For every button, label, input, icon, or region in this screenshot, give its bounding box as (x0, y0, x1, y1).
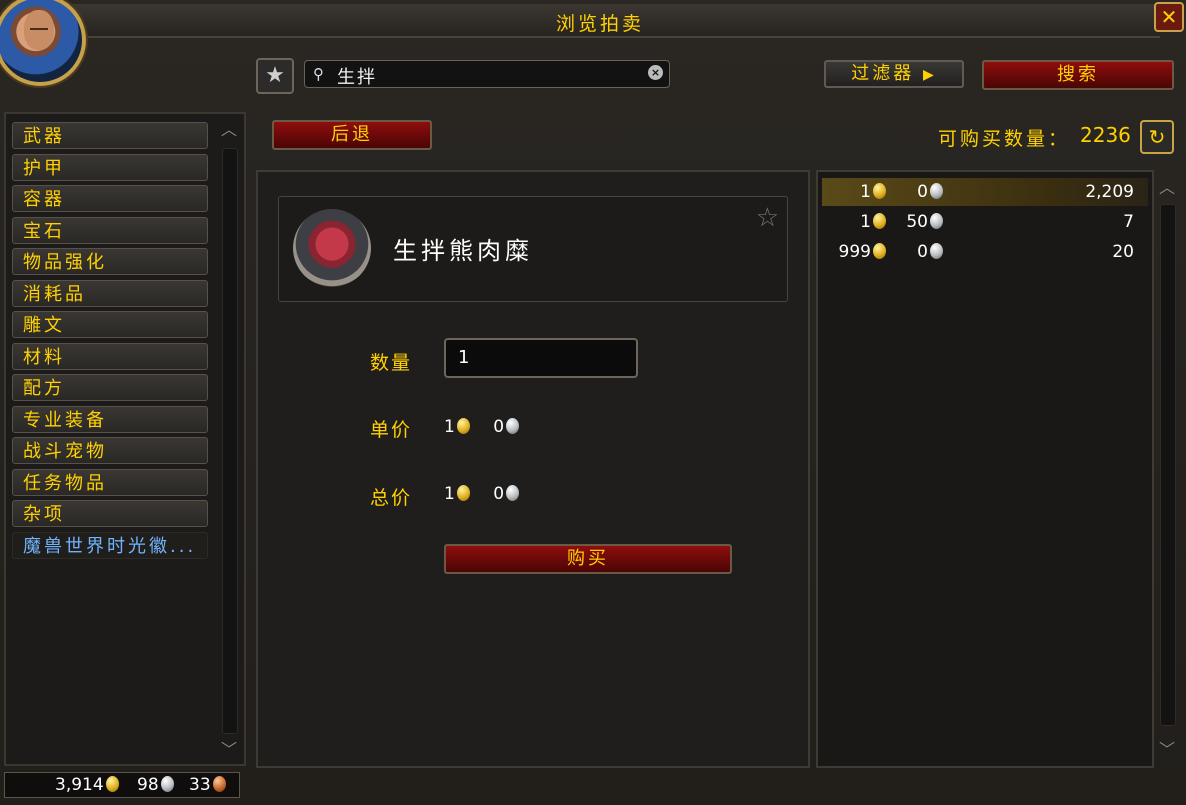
player-money: 3,914 98 33 (4, 772, 240, 798)
listing-silver-cell: 50 (906, 208, 943, 236)
category-consumables[interactable]: 消耗品 (12, 280, 208, 307)
listing-silver: 0 (917, 182, 928, 202)
copper-coin-icon (212, 776, 226, 792)
listing-silver: 0 (917, 242, 928, 262)
silver-coin-icon (506, 418, 520, 434)
money-gold-group: 3,914 (55, 775, 119, 795)
search-input[interactable]: 生拌 (337, 63, 377, 89)
quantity-label: 数量 (370, 352, 413, 374)
caret-right-icon: ▶ (922, 67, 937, 83)
search-box[interactable]: ⚲ 生拌 × (304, 60, 670, 88)
gold-coin-icon (456, 418, 470, 434)
category-containers[interactable]: 容器 (12, 185, 208, 212)
item-card: 生拌熊肉糜 ☆ (278, 196, 788, 302)
gold-coin-icon (873, 243, 886, 259)
category-enhancements[interactable]: 物品强化 (12, 248, 208, 275)
listing-available: 7 (1123, 212, 1134, 232)
silver-coin-icon (930, 183, 943, 199)
total-price: 1 0 (444, 484, 520, 504)
available-quantity-label: 可购买数量： (938, 128, 1071, 150)
unit-price-silver: 0 (493, 417, 505, 437)
favorites-star-button[interactable]: ★ (256, 58, 294, 94)
listing-silver: 50 (906, 212, 928, 232)
search-icon: ⚲ (313, 65, 324, 83)
gold-coin-icon (456, 485, 470, 501)
listing-row[interactable]: 1 50 7 (822, 208, 1148, 236)
gold-coin-icon (873, 183, 886, 199)
category-sidebar: 武器 护甲 容器 宝石 物品强化 消耗品 雕文 材料 配方 专业装备 战斗宠物 … (4, 112, 246, 766)
listing-available: 20 (1112, 242, 1134, 262)
unit-price-gold: 1 (444, 417, 455, 437)
listing-gold: 1 (860, 182, 871, 202)
total-price-label: 总价 (370, 487, 413, 509)
raw-bear-meat-icon[interactable] (293, 209, 371, 287)
category-quest-items[interactable]: 任务物品 (12, 469, 208, 496)
window-title: 浏览拍卖 (555, 13, 644, 35)
unit-price-label: 单价 (370, 419, 413, 441)
silver-coin-icon (506, 485, 520, 501)
listing-row[interactable]: 999 0 20 (822, 238, 1148, 266)
listings-scroll-up-icon[interactable]: ︿ (1156, 174, 1178, 198)
total-price-gold: 1 (444, 484, 455, 504)
listings-scrollbar[interactable] (1160, 204, 1176, 726)
listing-silver-cell: 0 (917, 238, 943, 266)
listing-available: 2,209 (1085, 182, 1134, 202)
category-weapons[interactable]: 武器 (12, 122, 208, 149)
silver-coin-icon (160, 776, 174, 792)
refresh-icon: ↻ (1148, 125, 1166, 149)
auction-house-window: 浏览拍卖 ✕ ★ ⚲ 生拌 × 过滤器 ▶ 搜索 后退 可购买数量： 2236 … (0, 0, 1186, 805)
listing-gold-cell: 999 (839, 238, 886, 266)
silver-coin-icon (930, 243, 943, 259)
unit-price: 1 0 (444, 417, 520, 437)
sidebar-scrollbar[interactable] (222, 148, 238, 734)
filter-button[interactable]: 过滤器 ▶ (824, 60, 964, 88)
listing-silver-cell: 0 (917, 178, 943, 206)
total-price-silver: 0 (493, 484, 505, 504)
buy-button[interactable]: 购买 (444, 544, 732, 574)
back-button[interactable]: 后退 (272, 120, 432, 150)
category-materials[interactable]: 材料 (12, 343, 208, 370)
silver-coin-icon (930, 213, 943, 229)
category-recipes[interactable]: 配方 (12, 374, 208, 401)
listings-scroll-down-icon[interactable]: ﹀ (1156, 736, 1178, 760)
item-name: 生拌熊肉糜 (393, 237, 533, 265)
listing-gold: 999 (838, 242, 871, 262)
category-profession-equipment[interactable]: 专业装备 (12, 406, 208, 433)
character-portrait (0, 0, 86, 86)
filter-button-label: 过滤器 (851, 63, 915, 84)
item-detail-panel: 生拌熊肉糜 ☆ 数量 1 单价 1 0 总价 1 0 购买 (256, 170, 810, 768)
scroll-down-icon[interactable]: ﹀ (218, 736, 240, 760)
listing-gold-cell: 1 (860, 178, 886, 206)
listings-panel: 1 0 2,209 1 50 7 999 0 20 (816, 170, 1154, 768)
clear-search-icon[interactable]: × (648, 65, 663, 80)
portrait-face (24, 10, 54, 50)
money-copper: 33 (189, 775, 211, 795)
available-quantity-value: 2236 (1080, 123, 1131, 147)
title-bar[interactable]: 浏览拍卖 (40, 4, 1160, 38)
money-silver-group: 98 (137, 775, 174, 795)
money-silver: 98 (137, 775, 159, 795)
money-copper-group: 33 (189, 775, 226, 795)
category-gems[interactable]: 宝石 (12, 217, 208, 244)
category-miscellaneous[interactable]: 杂项 (12, 500, 208, 527)
search-button[interactable]: 搜索 (982, 60, 1174, 90)
quantity-input[interactable]: 1 (444, 338, 638, 378)
scroll-up-icon[interactable]: ︿ (218, 116, 240, 140)
listing-row[interactable]: 1 0 2,209 (822, 178, 1148, 206)
money-gold: 3,914 (55, 775, 104, 795)
close-button[interactable]: ✕ (1154, 2, 1184, 32)
star-icon: ★ (265, 63, 285, 88)
category-glyphs[interactable]: 雕文 (12, 311, 208, 338)
listing-gold-cell: 1 (860, 208, 886, 236)
gold-coin-icon (873, 213, 886, 229)
category-wow-token[interactable]: 魔兽世界时光徽... (12, 532, 208, 559)
favorite-star-icon[interactable]: ☆ (756, 203, 779, 233)
refresh-button[interactable]: ↻ (1140, 120, 1174, 154)
gold-coin-icon (105, 776, 119, 792)
listing-gold: 1 (860, 212, 871, 232)
category-battle-pets[interactable]: 战斗宠物 (12, 437, 208, 464)
category-armor[interactable]: 护甲 (12, 154, 208, 181)
